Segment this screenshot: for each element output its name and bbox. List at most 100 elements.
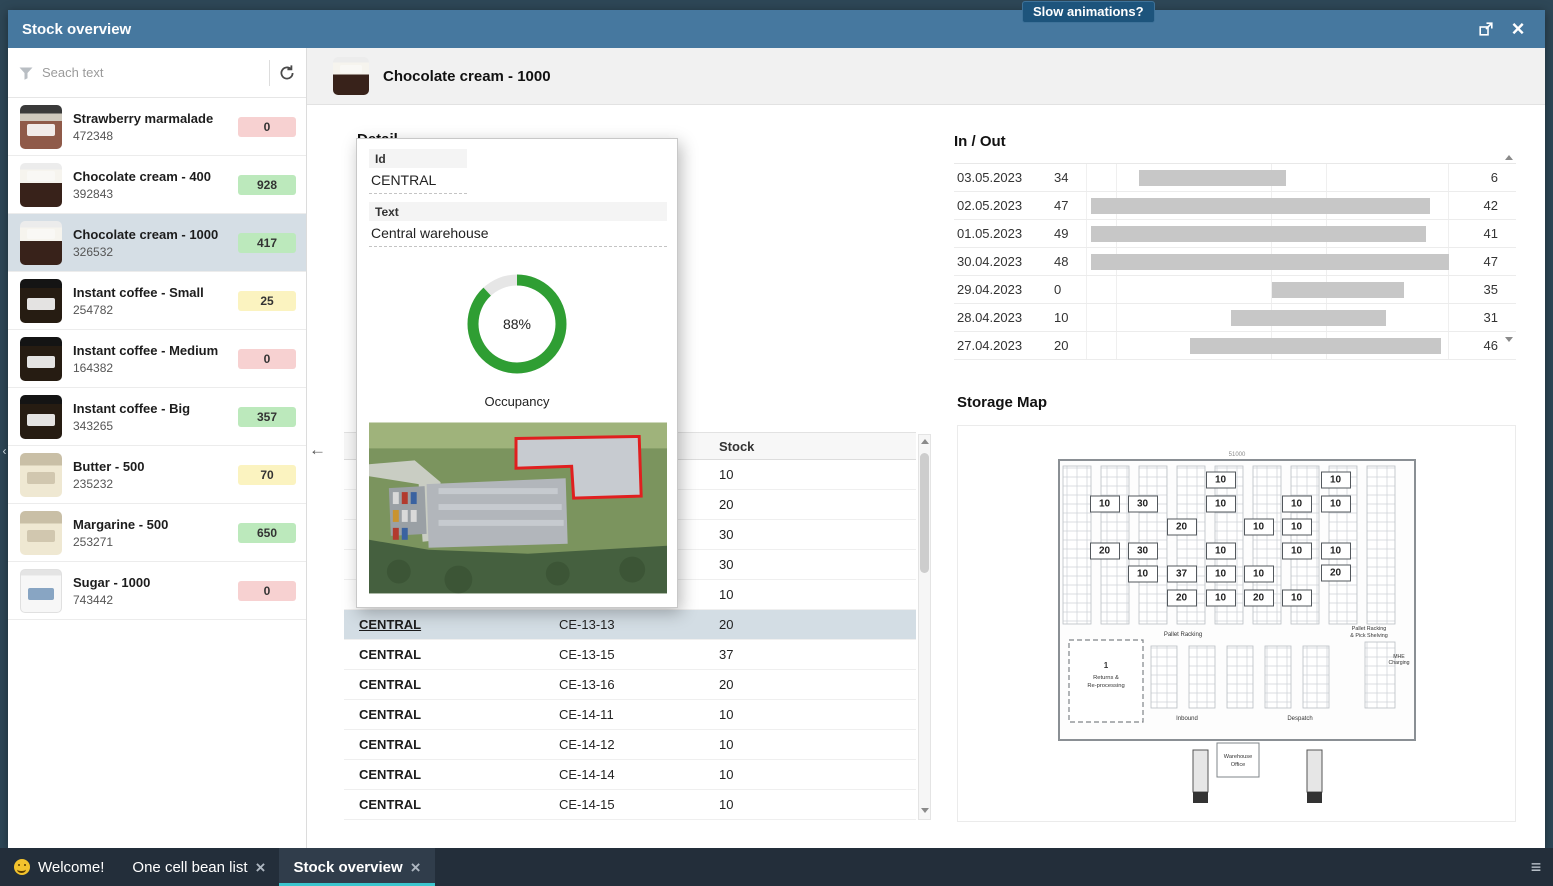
warehouse-link[interactable]: CENTRAL	[344, 797, 544, 812]
returns-area	[1067, 639, 1144, 723]
warehouse-office-box	[1216, 742, 1259, 778]
storage-map-cell: 20	[1089, 542, 1120, 560]
search-divider	[269, 59, 270, 86]
product-name: Butter - 500	[73, 458, 145, 474]
in-out-title: In / Out	[954, 133, 1006, 150]
in-out-bar	[1090, 254, 1449, 270]
taskbar-tab[interactable]: One cell bean list ×	[118, 848, 279, 886]
product-list-item[interactable]: Chocolate cream - 1000 326532 417	[8, 214, 306, 272]
warehouse-link[interactable]: CENTRAL	[344, 707, 544, 722]
filter-funnel-icon	[19, 67, 33, 80]
in-out-date: 03.05.2023	[957, 170, 1023, 185]
product-info: Instant coffee - Medium 164382	[73, 343, 238, 375]
product-thumbnail	[20, 278, 62, 323]
storage-map-cell: 20	[1166, 589, 1197, 607]
stock-table-row[interactable]: CENTRAL CE-13-15 37	[344, 640, 916, 670]
warehouse-link[interactable]: CENTRAL	[344, 617, 544, 632]
in-out-bar	[1090, 226, 1427, 242]
product-list-item[interactable]: Instant coffee - Medium 164382 0	[8, 330, 306, 388]
cell-stock: 10	[719, 797, 734, 812]
product-title: Chocolate cream - 1000	[383, 67, 551, 85]
in-value: 0	[1054, 282, 1062, 297]
aerial-photo	[369, 422, 667, 599]
table-scrollbar[interactable]	[918, 434, 931, 820]
out-value: 6	[1490, 170, 1498, 185]
occupancy-value: 88%	[503, 316, 531, 332]
product-list-item[interactable]: Strawberry marmalade 472348 0	[8, 98, 306, 156]
in-out-date: 29.04.2023	[957, 282, 1023, 297]
product-list: Strawberry marmalade 472348 0 Chocolate …	[8, 98, 306, 848]
product-info: Butter - 500 235232	[73, 459, 238, 491]
stock-badge: 0	[238, 348, 296, 369]
taskbar-menu-icon[interactable]: ≡	[1519, 848, 1553, 886]
scrollbar-thumb[interactable]	[920, 453, 929, 573]
stock-table-row[interactable]: CENTRAL CE-13-13 20	[344, 610, 916, 640]
out-value: 41	[1483, 226, 1498, 241]
product-sidebar: Strawberry marmalade 472348 0 Chocolate …	[8, 48, 307, 848]
warehouse-link[interactable]: CENTRAL	[344, 647, 544, 662]
taskbar: Welcome! × One cell bean list × Stock ov…	[0, 848, 1553, 886]
taskbar-tab-label: Stock overview	[293, 858, 403, 876]
product-list-item[interactable]: Chocolate cream - 400 392843 928	[8, 156, 306, 214]
tab-close-icon[interactable]: ×	[256, 859, 266, 876]
refresh-icon[interactable]	[278, 64, 296, 82]
stock-table-row[interactable]: CENTRAL CE-14-14 10	[344, 760, 916, 790]
in-out-bar-cell	[1086, 220, 1456, 247]
in-out-scroll-down-icon[interactable]	[1505, 337, 1513, 342]
slow-animations-badge[interactable]: Slow animations?	[1022, 1, 1155, 23]
product-list-item[interactable]: Margarine - 500 253271 650	[8, 504, 306, 562]
product-info: Instant coffee - Small 254782	[73, 285, 238, 317]
popout-icon[interactable]	[1473, 16, 1499, 42]
search-input[interactable]	[42, 65, 261, 80]
warehouse-link[interactable]: CENTRAL	[344, 677, 544, 692]
out-value: 46	[1483, 338, 1498, 353]
taskbar-tab[interactable]: Stock overview ×	[279, 848, 435, 886]
product-list-item[interactable]: Butter - 500 235232 70	[8, 446, 306, 504]
scroll-down-icon[interactable]	[921, 808, 929, 813]
in-out-bar	[1230, 310, 1386, 326]
in-out-bar-cell	[1086, 248, 1456, 275]
close-icon[interactable]: ×	[1505, 16, 1531, 42]
storage-map-cell: 10	[1205, 471, 1236, 489]
storage-map-cell: 20	[1243, 589, 1274, 607]
text-field-value: Central warehouse	[369, 221, 667, 247]
product-name: Chocolate cream - 400	[73, 168, 212, 184]
in-out-row: 02.05.2023 47 42	[954, 192, 1516, 220]
stock-table-row[interactable]: CENTRAL CE-14-11 10	[344, 700, 916, 730]
occupancy-label: Occupancy	[484, 394, 550, 409]
in-out-bar-cell	[1086, 164, 1456, 191]
cell-id: CE-13-13	[559, 617, 615, 632]
storage-map-cell: 10	[1281, 589, 1312, 607]
out-value: 47	[1483, 254, 1498, 269]
cell-stock: 10	[719, 737, 734, 752]
pallet-racking-label: Pallet Racking	[1163, 632, 1201, 638]
cell-stock: 30	[719, 527, 734, 542]
edge-collapse-chevron[interactable]: ‹	[0, 441, 9, 461]
product-list-item[interactable]: Instant coffee - Big 343265 357	[8, 388, 306, 446]
product-list-item[interactable]: Instant coffee - Small 254782 25	[8, 272, 306, 330]
warehouse-link[interactable]: CENTRAL	[344, 767, 544, 782]
stock-table-row[interactable]: CENTRAL CE-14-12 10	[344, 730, 916, 760]
in-out-row: 29.04.2023 0 35	[954, 276, 1516, 304]
product-name: Chocolate cream - 1000	[73, 226, 219, 242]
stock-table-row[interactable]: CENTRAL CE-13-16 20	[344, 670, 916, 700]
inbound-label: Inbound	[1176, 716, 1198, 722]
warehouse-link[interactable]: CENTRAL	[344, 737, 544, 752]
stock-badge: 0	[238, 116, 296, 137]
detail-header: Chocolate cream - 1000	[307, 48, 1545, 105]
product-thumbnail	[20, 394, 62, 439]
tab-close-icon[interactable]: ×	[411, 859, 421, 876]
product-list-item[interactable]: Sugar - 1000 743442 0	[8, 562, 306, 620]
product-name: Instant coffee - Big	[73, 400, 191, 416]
in-out-scroll-up-icon[interactable]	[1505, 155, 1513, 160]
stock-table-row[interactable]: CENTRAL CE-14-15 10	[344, 790, 916, 820]
product-thumbnail	[20, 220, 62, 265]
collapse-sidebar-arrow-icon[interactable]: ←	[309, 440, 326, 460]
text-field: Text Central warehouse	[369, 202, 667, 247]
cell-stock: 20	[719, 497, 734, 512]
pallet-racking-pick-label-2: & Pick Shelving	[1350, 633, 1387, 639]
product-thumbnail	[20, 336, 62, 381]
product-sku: 254782	[73, 302, 114, 317]
taskbar-tab[interactable]: Welcome! ×	[0, 848, 118, 886]
scroll-up-icon[interactable]	[920, 439, 929, 444]
